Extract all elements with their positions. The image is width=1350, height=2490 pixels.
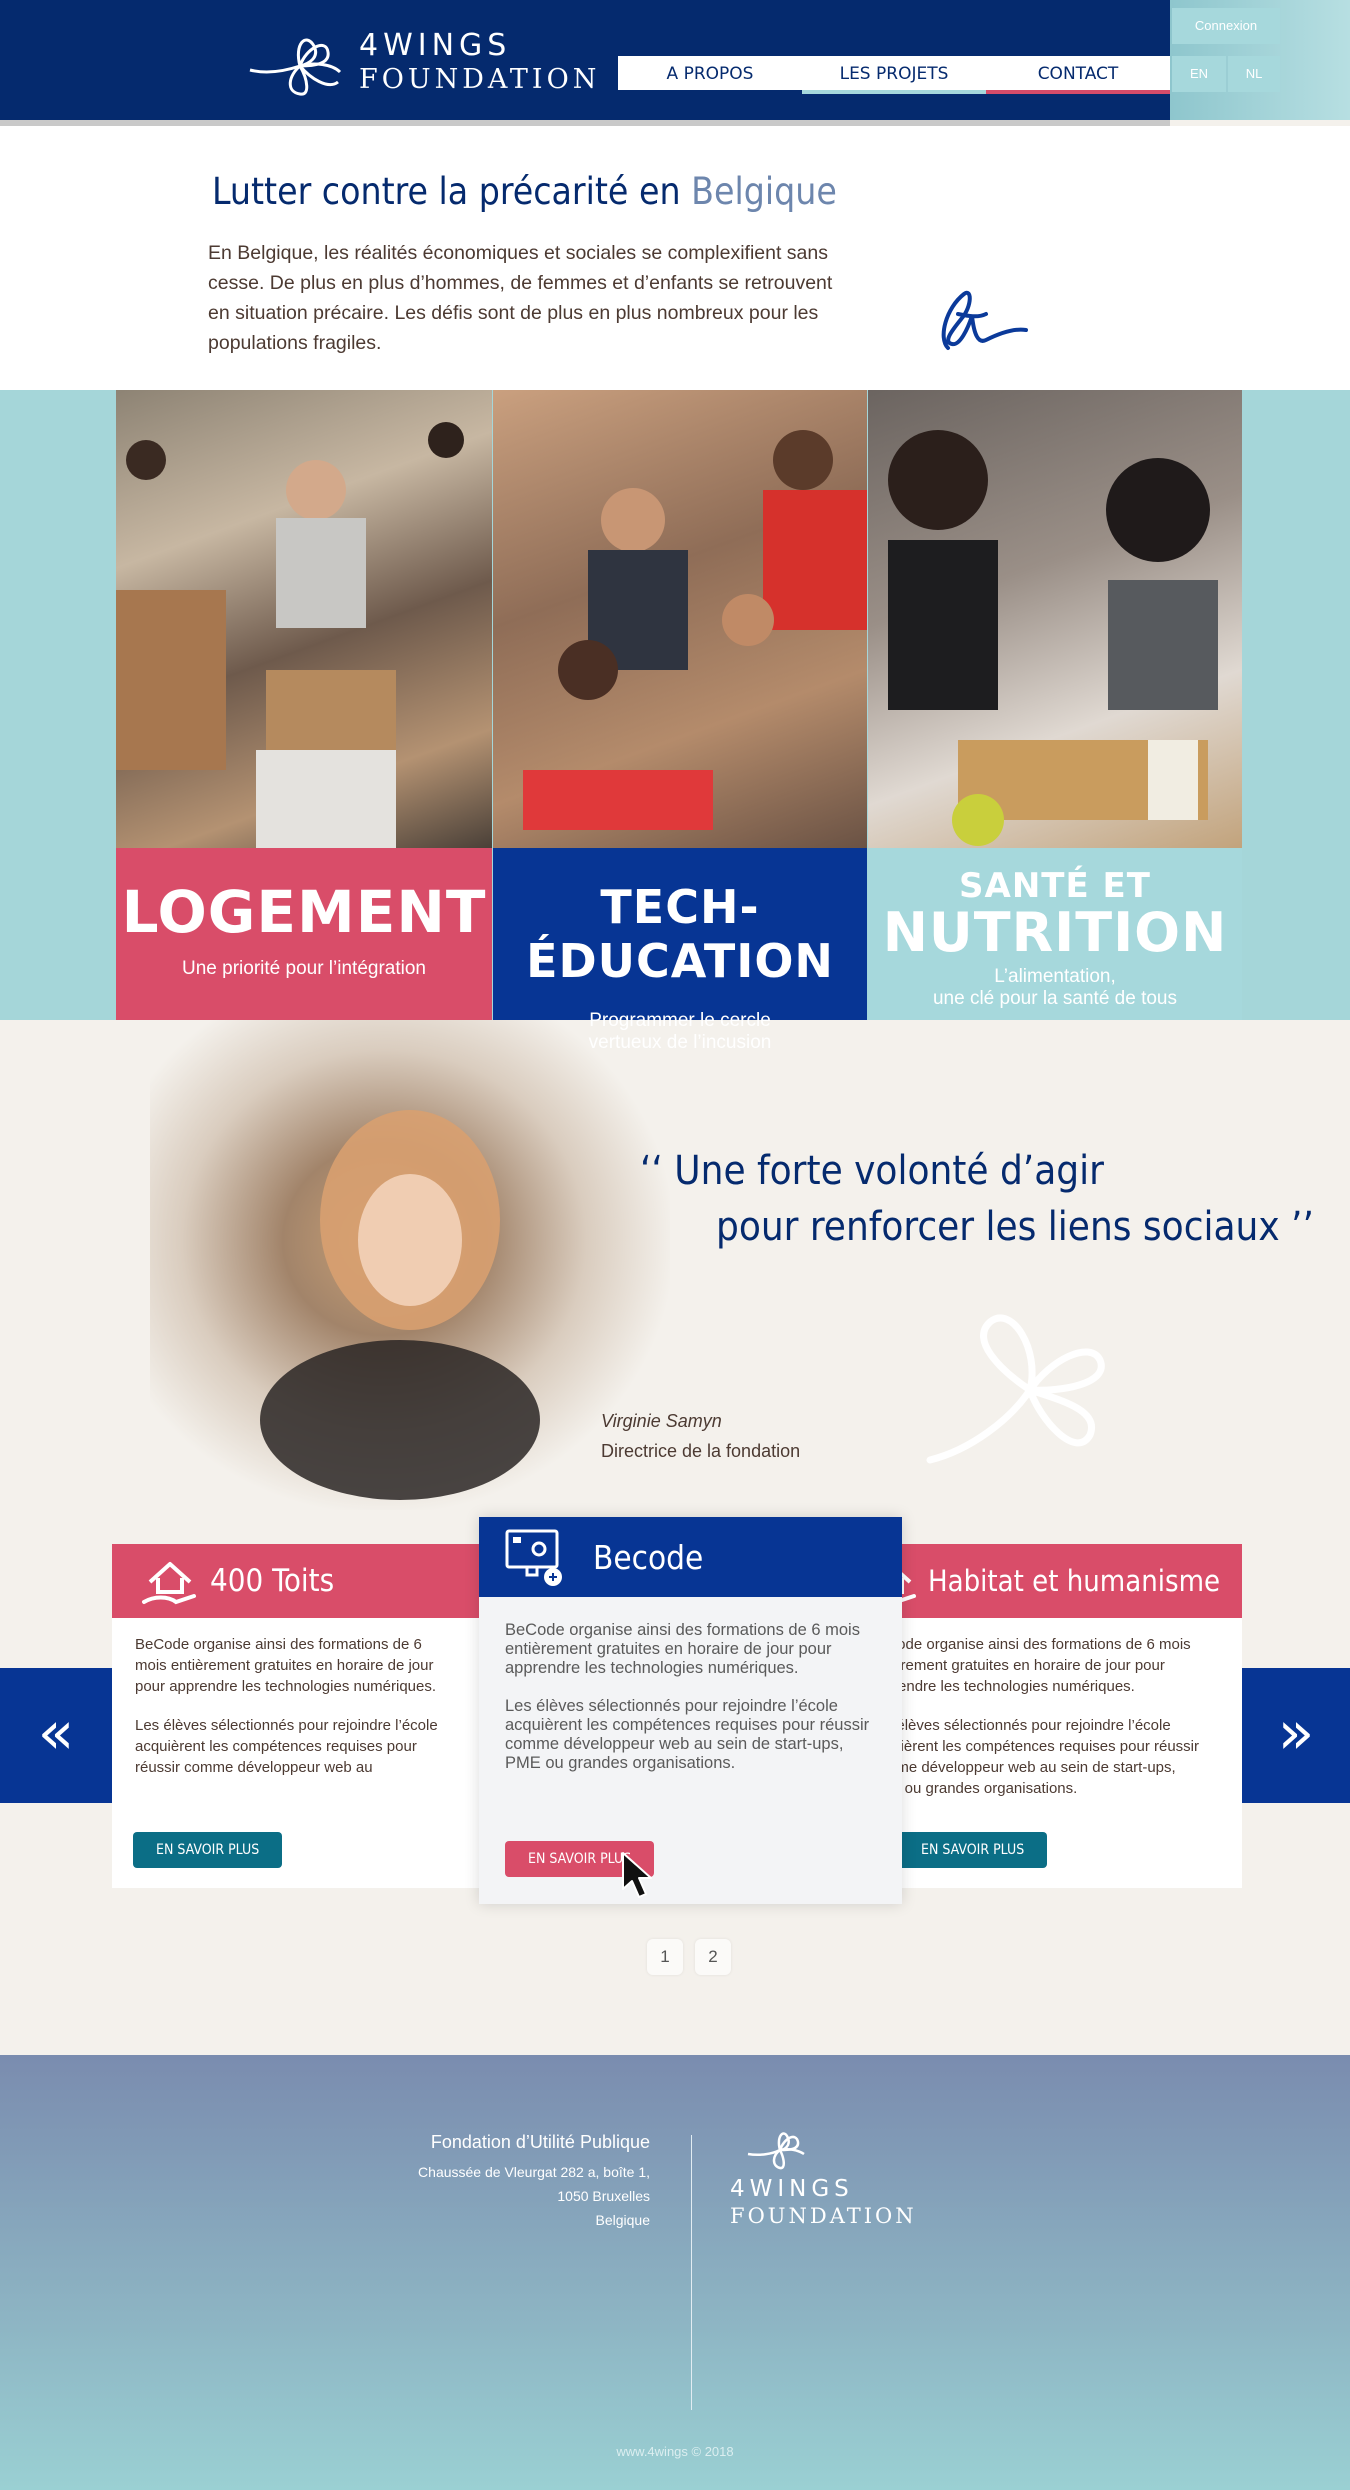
footer-divider: [691, 2135, 692, 2410]
card-title: 400 Toits: [210, 1563, 335, 1599]
nav-underline: [802, 90, 986, 94]
main-nav: A PROPOS LES PROJETS CONTACT: [618, 56, 1170, 94]
category-tech-education[interactable]: TECH-ÉDUCATION Programmer le cercle vert…: [493, 848, 867, 1053]
category-title: LOGEMENT: [121, 878, 487, 946]
logo-wordmark-top: 4WINGS: [359, 28, 512, 63]
signature-icon: [941, 290, 1028, 350]
carousel-next-button[interactable]: »: [1242, 1668, 1350, 1803]
card-title: Becode: [593, 1537, 704, 1577]
card-paragraph-1: BeCode organise ainsi des formations de …: [505, 1621, 860, 1677]
dragonfly-logo-icon: [249, 38, 342, 96]
director-portrait: [150, 1020, 670, 1510]
double-chevron-left-icon: «: [37, 1698, 75, 1768]
site-footer: [0, 2055, 1350, 2490]
footer-copyright: www.4wings © 2018: [616, 2444, 734, 2459]
card-body: BeCode organise ainsi des formations de …: [872, 1634, 1202, 1820]
learn-more-button[interactable]: EN SAVOIR PLUS: [133, 1832, 283, 1868]
card-paragraph-2: Les élèves sélectionnés pour rejoindre l…: [505, 1697, 870, 1772]
footer-address-line: 1050 Bruxelles: [557, 2188, 650, 2204]
intro-title-highlight: Belgique: [691, 170, 837, 213]
category-subtitle-line1: L’alimentation,: [994, 966, 1116, 987]
pagination-page-2[interactable]: 2: [695, 1939, 731, 1975]
card-paragraph-2: Les élèves sélectionnés pour rejoindre l…: [135, 1717, 438, 1776]
nav-underline: [986, 90, 1170, 94]
footer-logo-wordmark-top: 4WINGS: [730, 2176, 854, 2202]
category-title: NUTRITION: [882, 901, 1228, 964]
dragonfly-logo-icon: [747, 2132, 805, 2170]
login-button[interactable]: Connexion: [1172, 8, 1280, 44]
quote-line-2: pour renforcer les liens sociaux ’’: [716, 1204, 1314, 1250]
card-title: Habitat et humanisme: [928, 1564, 1221, 1598]
footer-logo-wordmark-bottom: FOUNDATION: [730, 2204, 917, 2228]
house-hand-icon: [142, 1562, 196, 1605]
intro-title: Lutter contre la précarité en Belgique: [212, 170, 837, 213]
nav-underline: [618, 90, 802, 94]
nav-item-les-projets[interactable]: LES PROJETS: [802, 56, 986, 94]
moving-family-photo-icon: [116, 422, 464, 848]
project-card-habitat-humanisme: Habitat et humanisme BeCode organise ain…: [872, 1544, 1242, 1888]
learn-more-button[interactable]: EN SAVOIR PLUS: [898, 1832, 1048, 1868]
quote-author-role: Directrice de la fondation: [601, 1441, 801, 1461]
computer-screen-icon: [505, 1529, 562, 1586]
card-body: BeCode organise ainsi des formations de …: [135, 1634, 455, 1814]
category-sante-nutrition[interactable]: SANTÉ ET NUTRITION L’alimentation, une c…: [868, 848, 1242, 1020]
footer-organization: Fondation d’Utilité Publique: [430, 2132, 650, 2152]
footer-address: Chaussée de Vleurgat 282 a, boîte 1, 105…: [300, 2160, 650, 2232]
category-subtitle: Une priorité pour l’intégration: [182, 958, 426, 979]
nav-item-contact[interactable]: CONTACT: [986, 56, 1170, 94]
card-paragraph-2: Les élèves sélectionnés pour rejoindre l…: [872, 1717, 1200, 1797]
footer-address-line: Belgique: [595, 2212, 651, 2228]
card-body: BeCode organise ainsi des formations de …: [505, 1621, 881, 1791]
footer-address-line: Chaussée de Vleurgat 282 a, boîte 1,: [418, 2164, 650, 2180]
cooking-photo-icon: [888, 430, 1218, 846]
mouse-cursor-icon: [622, 1852, 652, 1898]
category-logement[interactable]: LOGEMENT Une priorité pour l’intégration: [116, 848, 492, 1020]
card-paragraph-1: BeCode organise ainsi des formations de …: [872, 1636, 1191, 1695]
card-header: Habitat et humanisme: [872, 1544, 1242, 1618]
logo-wordmark-bottom: FOUNDATION: [359, 64, 601, 95]
dragonfly-watermark-icon: [926, 1314, 1105, 1464]
intro-title-main: Lutter contre la précarité en: [212, 170, 692, 213]
photo-tech-education: [493, 390, 867, 848]
card-header: 400 Toits: [112, 1544, 480, 1618]
quote-line-1: ‘‘ Une forte volonté d’agir: [640, 1148, 1104, 1194]
language-en-button[interactable]: EN: [1172, 56, 1226, 92]
photo-logement: [116, 390, 492, 848]
card-paragraph-1: BeCode organise ainsi des formations de …: [135, 1636, 437, 1695]
photo-sante-nutrition: [868, 390, 1242, 848]
category-title-small: SANTÉ ET: [959, 866, 1151, 906]
intro-text: En Belgique, les réalités économiques et…: [208, 242, 833, 354]
nav-label: A PROPOS: [666, 64, 754, 84]
project-card-becode: Becode BeCode organise ainsi des formati…: [479, 1517, 902, 1904]
nav-label: CONTACT: [1037, 64, 1119, 84]
double-chevron-right-icon: »: [1277, 1698, 1315, 1768]
category-title: TECH-ÉDUCATION: [526, 880, 834, 988]
nav-item-a-propos[interactable]: A PROPOS: [618, 56, 802, 94]
card-header: Becode: [479, 1517, 902, 1597]
footer-logo[interactable]: 4WINGS FOUNDATION: [730, 2124, 950, 2228]
carousel-prev-button[interactable]: «: [0, 1668, 112, 1803]
project-card-400-toits: 400 Toits BeCode organise ainsi des form…: [112, 1544, 480, 1888]
students-robotics-photo-icon: [523, 430, 867, 830]
woman-portrait-photo-icon: [260, 1110, 540, 1500]
category-subtitle-line2: une clé pour la santé de tous: [932, 988, 1177, 1009]
nav-label: LES PROJETS: [839, 64, 949, 84]
quote-author: Virginie Samyn: [601, 1411, 722, 1431]
site-logo[interactable]: 4WINGS FOUNDATION: [244, 24, 596, 100]
pagination-page-1[interactable]: 1: [647, 1939, 683, 1975]
language-nl-button[interactable]: NL: [1228, 56, 1280, 92]
